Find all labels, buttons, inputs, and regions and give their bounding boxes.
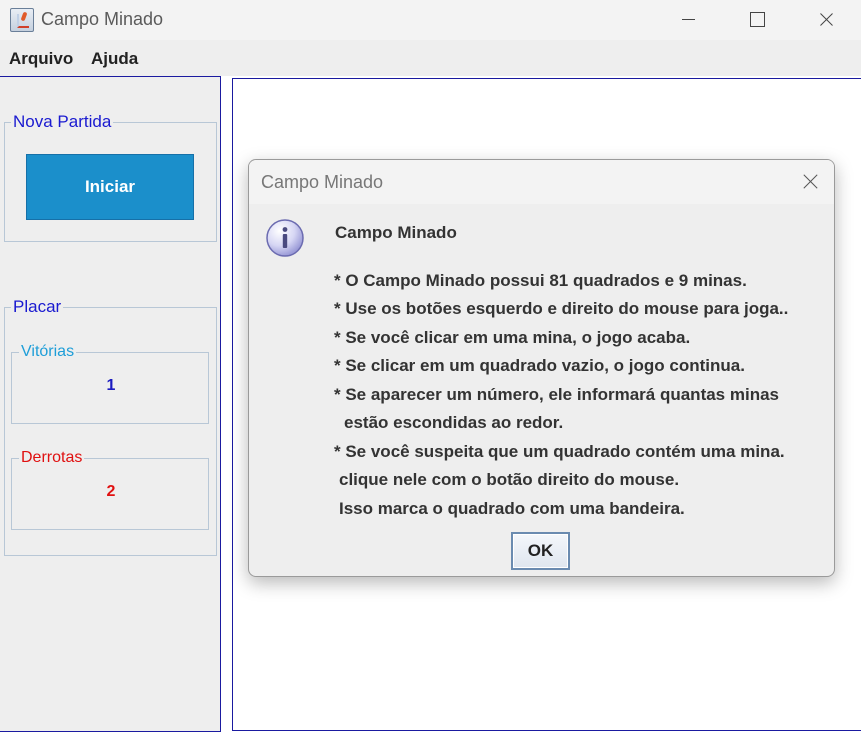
dialog-message-line: * Se você suspeita que um quadrado conté… [334, 442, 785, 461]
dialog-message-line: * Se aparecer um número, ele informará q… [334, 385, 779, 404]
dialog-close-button[interactable] [794, 166, 826, 198]
info-dialog: Campo Minado Campo Minado * O Campo Mina… [248, 159, 835, 577]
dialog-message-line: * Se clicar em um quadrado vazio, o jogo… [334, 356, 745, 375]
derrotas-count: 2 [106, 483, 116, 500]
dialog-message-line: * Use os botões esquerdo e direito do mo… [334, 299, 789, 318]
dialog-message-line: Isso marca o quadrado com uma bandeira. [339, 499, 685, 518]
vitorias-group: Vitórias 1 [11, 343, 209, 424]
vitorias-count: 1 [106, 377, 116, 394]
minimize-button[interactable] [664, 0, 710, 40]
dialog-message-line: clique nele com o botão direito do mouse… [339, 470, 680, 489]
close-window-button[interactable] [804, 0, 850, 40]
menu-arquivo[interactable]: Arquivo [9, 49, 73, 69]
nova-partida-legend: Nova Partida [11, 112, 114, 132]
info-icon [266, 219, 304, 257]
dialog-message-line: * Se você clicar em uma mina, o jogo aca… [334, 328, 691, 347]
vitorias-label: Vitórias [19, 343, 77, 361]
sidebar-panel: Nova Partida Iniciar Placar Vitórias 1 D… [0, 76, 221, 732]
derrotas-label: Derrotas [19, 449, 85, 467]
dialog-message-line: estão escondidas ao redor. [344, 413, 564, 432]
iniciar-button[interactable]: Iniciar [26, 154, 194, 220]
title-bar: Campo Minado [0, 0, 861, 40]
menu-ajuda[interactable]: Ajuda [91, 49, 138, 69]
maximize-button[interactable] [733, 0, 779, 40]
nova-partida-group: Nova Partida Iniciar [4, 112, 217, 242]
placar-group: Placar Vitórias 1 Derrotas 2 [4, 297, 217, 556]
ok-button[interactable]: OK [511, 532, 570, 570]
placar-legend: Placar [11, 297, 64, 317]
window-title: Campo Minado [41, 9, 164, 29]
dialog-message-line: * O Campo Minado possui 81 quadrados e 9… [334, 271, 747, 290]
derrotas-group: Derrotas 2 [11, 449, 209, 530]
dialog-title-bar: Campo Minado [249, 160, 834, 204]
dialog-heading: Campo Minado [335, 223, 457, 242]
dialog-title: Campo Minado [261, 172, 384, 192]
java-cup-icon [10, 8, 34, 32]
menu-bar: Arquivo Ajuda [0, 40, 861, 76]
